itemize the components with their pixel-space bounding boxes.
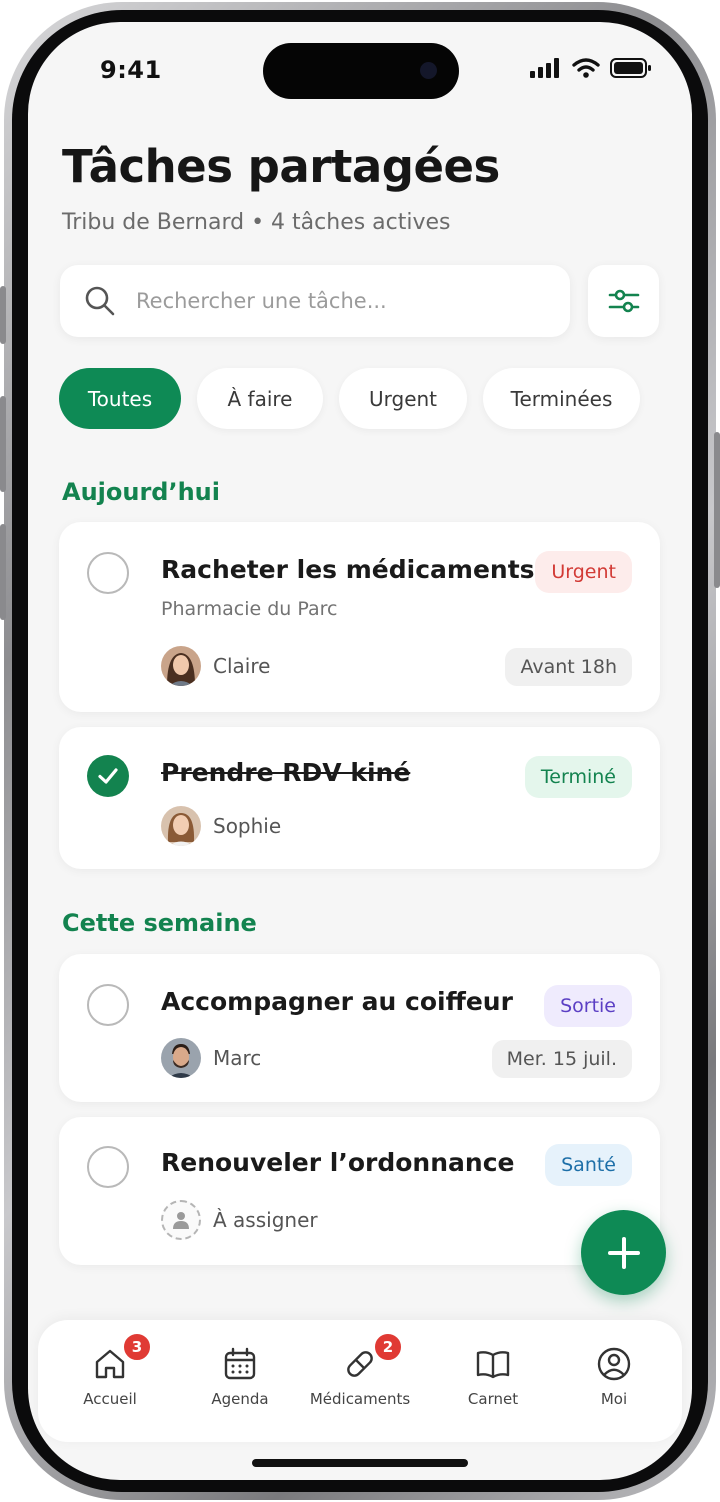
power-button bbox=[714, 432, 720, 588]
task-title: Prendre RDV kiné bbox=[161, 758, 411, 787]
status-icons bbox=[530, 58, 652, 78]
volume-down-button bbox=[0, 524, 6, 620]
avatar bbox=[161, 806, 201, 846]
home-indicator[interactable] bbox=[252, 1459, 468, 1467]
assignee[interactable]: Sophie bbox=[161, 806, 281, 846]
tab-medicaments[interactable]: Médicaments 2 bbox=[300, 1332, 420, 1408]
tab-label: Carnet bbox=[467, 1390, 519, 1408]
due-chip: Mer. 15 juil. bbox=[491, 1040, 632, 1078]
avatar bbox=[161, 1038, 201, 1078]
task-checkbox-checked[interactable] bbox=[87, 755, 129, 797]
page-subtitle: Tribu de Bernard • 4 tâches actives bbox=[62, 210, 451, 235]
plus-icon bbox=[607, 1236, 640, 1269]
avatar-marc bbox=[161, 1038, 201, 1078]
notification-badge: 2 bbox=[373, 1332, 403, 1362]
filter-button[interactable] bbox=[588, 265, 659, 337]
tab-label: Agenda bbox=[211, 1390, 269, 1408]
avatar-claire bbox=[161, 646, 201, 686]
notification-badge: 3 bbox=[122, 1332, 152, 1362]
assignee[interactable]: Claire bbox=[161, 646, 270, 686]
assignee[interactable]: Marc bbox=[161, 1038, 261, 1078]
filter-chips: Toutes À faire Urgent Terminées bbox=[59, 368, 640, 429]
task-checkbox[interactable] bbox=[87, 984, 129, 1026]
status-badge: Sortie bbox=[544, 985, 632, 1027]
tab-moi[interactable]: Moi bbox=[554, 1346, 674, 1408]
unassigned-avatar bbox=[161, 1200, 201, 1240]
task-title: Accompagner au coiffeur bbox=[161, 987, 513, 1016]
task-checkbox[interactable] bbox=[87, 1146, 129, 1188]
assign-button[interactable]: À assigner bbox=[161, 1200, 318, 1240]
assignee-name: Sophie bbox=[213, 814, 282, 838]
task-card[interactable]: Racheter les médicaments Pharmacie du Pa… bbox=[59, 522, 660, 712]
camera-icon bbox=[420, 62, 437, 79]
wifi-icon bbox=[572, 58, 600, 78]
volume-up-button bbox=[0, 396, 6, 492]
add-task-button[interactable] bbox=[581, 1210, 666, 1295]
tab-carnet[interactable]: Carnet bbox=[433, 1346, 553, 1408]
assignee-name: Marc bbox=[213, 1046, 262, 1070]
pill-icon bbox=[347, 1351, 373, 1377]
task-checkbox[interactable] bbox=[87, 552, 129, 594]
assignee-name: Claire bbox=[213, 654, 271, 678]
status-badge: Terminé bbox=[524, 756, 632, 798]
status-badge: Urgent bbox=[535, 551, 632, 593]
tab-bar: Accueil 3 Agenda Médicaments 2 Carnet Mo… bbox=[38, 1320, 682, 1442]
tab-label: Moi bbox=[600, 1390, 628, 1408]
user-circle-icon bbox=[597, 1347, 631, 1381]
assignee-name: À assigner bbox=[213, 1208, 318, 1232]
tab-accueil[interactable]: Accueil 3 bbox=[50, 1332, 170, 1408]
task-location: Pharmacie du Parc bbox=[161, 598, 338, 620]
user-placeholder-icon bbox=[173, 1212, 189, 1229]
checkmark-icon bbox=[98, 768, 118, 784]
app-screen: 9:41 Tâches partagées Tribu de Bernard •… bbox=[28, 22, 692, 1480]
task-card[interactable]: Accompagner au coiffeur Sortie Marc Mer.… bbox=[59, 954, 660, 1102]
section-today: Aujourd’hui bbox=[62, 478, 220, 506]
dynamic-island bbox=[263, 43, 459, 99]
search-icon bbox=[85, 286, 115, 316]
chip-toutes[interactable]: Toutes bbox=[59, 368, 181, 429]
calendar-icon bbox=[224, 1347, 256, 1380]
task-title: Racheter les médicaments bbox=[161, 555, 535, 584]
avatar-sophie bbox=[161, 806, 201, 846]
status-time: 9:41 bbox=[100, 56, 162, 84]
search-input[interactable]: Rechercher une tâche... bbox=[60, 265, 570, 337]
tab-agenda[interactable]: Agenda bbox=[180, 1346, 300, 1408]
chip-terminees[interactable]: Terminées bbox=[483, 368, 640, 429]
book-icon bbox=[476, 1351, 510, 1379]
search-placeholder: Rechercher une tâche... bbox=[136, 289, 387, 313]
due-chip: Avant 18h bbox=[505, 648, 632, 686]
sliders-icon bbox=[608, 289, 639, 313]
task-card[interactable]: Renouveler l’ordonnance Santé À assigner bbox=[59, 1117, 660, 1265]
section-week: Cette semaine bbox=[62, 909, 257, 937]
chip-a-faire[interactable]: À faire bbox=[197, 368, 323, 429]
battery-icon bbox=[610, 58, 651, 78]
chip-urgent[interactable]: Urgent bbox=[339, 368, 467, 429]
page-title: Tâches partagées bbox=[62, 140, 500, 193]
status-badge: Santé bbox=[545, 1144, 632, 1186]
avatar bbox=[161, 646, 201, 686]
tab-label: Accueil bbox=[83, 1390, 137, 1408]
task-card[interactable]: Prendre RDV kiné Terminé Sophie bbox=[59, 727, 660, 869]
action-button bbox=[0, 286, 6, 344]
cellular-signal-icon bbox=[530, 58, 559, 78]
tab-label: Médicaments bbox=[309, 1390, 411, 1408]
task-title: Renouveler l’ordonnance bbox=[161, 1148, 515, 1177]
